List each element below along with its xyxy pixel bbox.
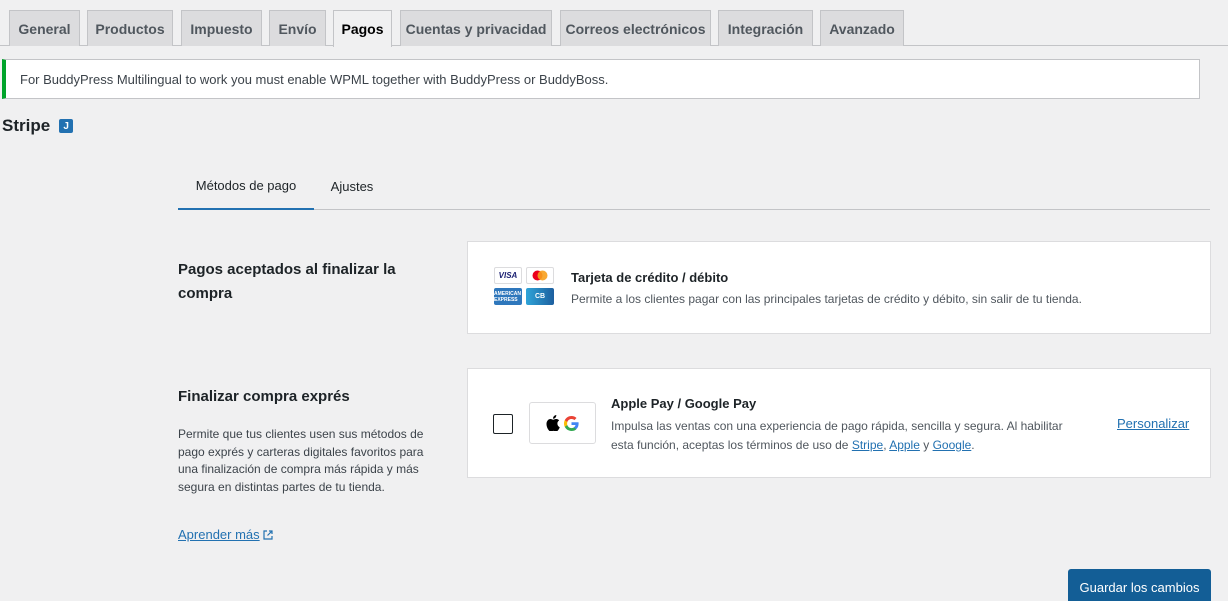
credit-card-method-card: VISA AMERICAN EXPRESS CB Tarjeta de créd… [467, 241, 1211, 334]
admin-notice: For BuddyPress Multilingual to work you … [2, 59, 1200, 99]
tab-pagos[interactable]: Pagos [333, 10, 392, 47]
express-pay-desc-line1: Impulsa las ventas con una experiencia d… [611, 419, 1063, 433]
visa-logo-icon: VISA [494, 267, 522, 284]
notice-text: For BuddyPress Multilingual to work you … [20, 71, 609, 87]
card-brand-logos: VISA AMERICAN EXPRESS CB [494, 267, 554, 307]
express-pay-method-card: Apple Pay / Google Pay Impulsa las venta… [467, 368, 1211, 478]
tab-impuesto[interactable]: Impuesto [181, 10, 262, 46]
subtab-metodos-de-pago[interactable]: Métodos de pago [178, 162, 314, 210]
express-pay-checkbox[interactable] [493, 414, 513, 434]
google-icon [564, 415, 579, 431]
accepted-payments-title: Pagos aceptados al finalizar la compra [178, 261, 396, 302]
tab-avanzado[interactable]: Avanzado [820, 10, 904, 46]
customize-link[interactable]: Personalizar [1117, 416, 1189, 431]
credit-card-description: Permite a los clientes pagar con las pri… [571, 292, 1082, 306]
apple-google-pay-logo [529, 402, 596, 444]
tab-envio[interactable]: Envío [269, 10, 326, 46]
external-link-icon [263, 529, 273, 540]
save-changes-button[interactable]: Guardar los cambios [1068, 569, 1211, 601]
subtab-ajustes[interactable]: Ajustes [322, 162, 382, 210]
cb-logo-icon: CB [526, 288, 554, 305]
apple-icon [546, 415, 560, 431]
desc-comma: , [883, 438, 887, 452]
tab-correos[interactable]: Correos electrónicos [560, 10, 711, 46]
stripe-terms-link[interactable]: Stripe [852, 438, 883, 452]
page-title: Stripe J [2, 116, 74, 136]
tab-integracion[interactable]: Integración [718, 10, 813, 46]
apple-terms-link[interactable]: Apple [889, 438, 920, 452]
desc-line2-prefix: esta función, aceptas los términos de us… [611, 438, 849, 452]
tab-cuentas-privacidad[interactable]: Cuentas y privacidad [400, 10, 552, 46]
express-checkout-title: Finalizar compra exprés [178, 388, 350, 405]
credit-card-title: Tarjeta de crédito / débito [571, 270, 729, 285]
express-checkout-description: Permite que tus clientes usen sus método… [178, 427, 424, 494]
page-title-text: Stripe [2, 116, 51, 135]
tab-general[interactable]: General [9, 10, 80, 46]
learn-more-link[interactable]: Aprender más [178, 527, 273, 542]
mastercard-logo-icon [526, 267, 554, 284]
settings-tabs: General Productos Impuesto Envío Pagos C… [0, 0, 1228, 47]
express-pay-title: Apple Pay / Google Pay [611, 396, 757, 411]
express-pay-description: Impulsa las ventas con una experiencia d… [611, 417, 1101, 455]
desc-and: y [923, 438, 930, 452]
google-terms-link[interactable]: Google [933, 438, 972, 452]
payment-subtabs: Métodos de pago Ajustes [178, 162, 1210, 210]
desc-period: . [971, 438, 975, 452]
tab-productos[interactable]: Productos [87, 10, 173, 46]
stripe-badge-icon: J [59, 119, 74, 133]
learn-more-label: Aprender más [178, 527, 260, 542]
amex-logo-icon: AMERICAN EXPRESS [494, 288, 522, 305]
express-pay-desc-line2: esta función, aceptas los términos de us… [611, 436, 1101, 455]
